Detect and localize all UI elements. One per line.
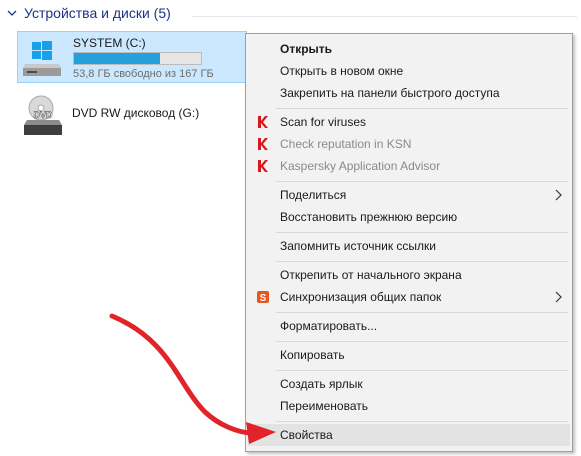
menu-item-pin-quick-access[interactable]: Закрепить на панели быстрого доступа bbox=[248, 82, 570, 104]
sync-icon: S bbox=[257, 291, 269, 304]
menu-item-label: Открепить от начального экрана bbox=[280, 268, 462, 282]
menu-item-rename[interactable]: Переименовать bbox=[248, 395, 570, 417]
menu-item-label: Check reputation in KSN bbox=[280, 137, 412, 151]
drive-free-space: 53,8 ГБ свободно из 167 ГБ bbox=[73, 68, 214, 80]
chevron-right-icon bbox=[555, 189, 562, 201]
chevron-down-icon[interactable] bbox=[6, 7, 18, 19]
menu-item-open[interactable]: Открыть bbox=[248, 38, 570, 60]
dvd-icon-label: DVD bbox=[33, 110, 53, 120]
group-header-devices[interactable]: Устройства и диски (5) bbox=[0, 0, 581, 32]
menu-item-check-ksn[interactable]: Check reputation in KSN bbox=[248, 133, 570, 155]
dvd-drive-icon: DVD bbox=[24, 95, 62, 135]
menu-item-label: Переименовать bbox=[280, 399, 368, 413]
menu-item-copy[interactable]: Копировать bbox=[248, 344, 570, 366]
menu-item-label: Свойства bbox=[280, 428, 333, 442]
menu-separator bbox=[276, 341, 568, 342]
capacity-bar bbox=[73, 52, 202, 65]
menu-item-remember-link[interactable]: Запомнить источник ссылки bbox=[248, 235, 570, 257]
menu-separator bbox=[276, 312, 568, 313]
kaspersky-icon bbox=[258, 138, 268, 150]
chevron-right-icon bbox=[555, 291, 562, 303]
menu-item-label: Копировать bbox=[280, 348, 345, 362]
menu-item-label: Запомнить источник ссылки bbox=[280, 239, 436, 253]
menu-item-label: Поделиться bbox=[280, 188, 347, 202]
menu-item-open-new-window[interactable]: Открыть в новом окне bbox=[248, 60, 570, 82]
menu-separator bbox=[276, 108, 568, 109]
capacity-bar-fill bbox=[74, 53, 161, 64]
drive-name: SYSTEM (C:) bbox=[73, 36, 146, 50]
menu-item-kaspersky-advisor[interactable]: Kaspersky Application Advisor bbox=[248, 155, 570, 177]
menu-item-label: Scan for viruses bbox=[280, 115, 367, 129]
menu-item-unpin-start[interactable]: Открепить от начального экрана bbox=[248, 264, 570, 286]
menu-separator bbox=[276, 421, 568, 422]
drive-name: DVD RW дисковод (G:) bbox=[72, 106, 200, 120]
drive-item-dvd-g[interactable]: DVD DVD RW дисковод (G:) bbox=[17, 94, 247, 138]
svg-text:S: S bbox=[260, 293, 267, 304]
menu-item-create-shortcut[interactable]: Создать ярлык bbox=[248, 373, 570, 395]
menu-item-label: Восстановить прежнюю версию bbox=[280, 210, 458, 224]
menu-item-label: Открыть в новом окне bbox=[280, 64, 404, 78]
menu-separator bbox=[276, 261, 568, 262]
menu-item-properties[interactable]: Свойства bbox=[248, 424, 570, 446]
menu-item-label: Форматировать... bbox=[280, 319, 378, 333]
menu-item-scan-viruses[interactable]: Scan for viruses bbox=[248, 111, 570, 133]
menu-item-format[interactable]: Форматировать... bbox=[248, 315, 570, 337]
menu-item-label: Синхронизация общих папок bbox=[280, 290, 442, 304]
group-title: Устройства и диски (5) bbox=[24, 5, 171, 21]
menu-item-restore-previous[interactable]: Восстановить прежнюю версию bbox=[248, 206, 570, 228]
menu-separator bbox=[276, 370, 568, 371]
menu-item-sync-shared-folders[interactable]: S Синхронизация общих папок bbox=[248, 286, 570, 308]
menu-item-label: Создать ярлык bbox=[280, 377, 363, 391]
kaspersky-icon bbox=[258, 116, 268, 128]
hard-drive-windows-icon bbox=[23, 41, 61, 76]
menu-item-share[interactable]: Поделиться bbox=[248, 184, 570, 206]
group-divider bbox=[192, 16, 577, 17]
kaspersky-icon bbox=[258, 160, 268, 172]
menu-separator bbox=[276, 232, 568, 233]
menu-item-label: Закрепить на панели быстрого доступа bbox=[280, 86, 500, 100]
context-menu: Открыть Открыть в новом окне Закрепить н… bbox=[245, 33, 573, 452]
menu-item-label: Открыть bbox=[280, 42, 333, 56]
menu-item-label: Kaspersky Application Advisor bbox=[280, 159, 441, 173]
menu-separator bbox=[276, 181, 568, 182]
drive-item-system-c[interactable]: SYSTEM (C:) 53,8 ГБ свободно из 167 ГБ bbox=[17, 31, 247, 83]
